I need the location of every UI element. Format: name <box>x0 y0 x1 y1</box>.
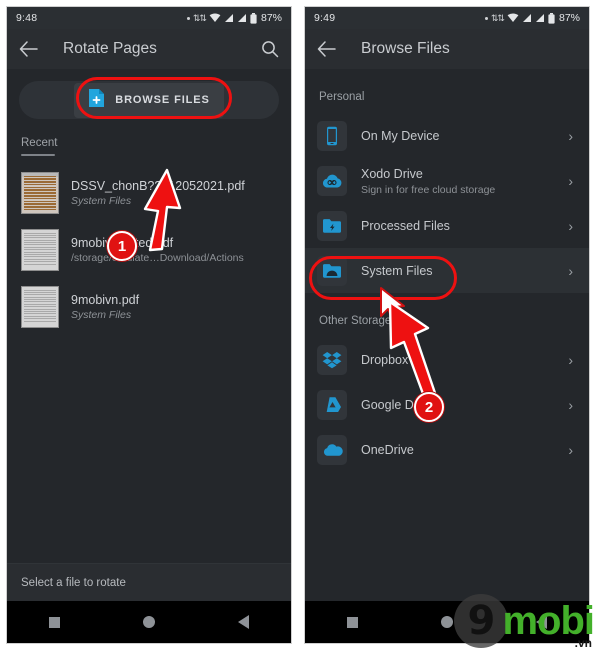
file-name: 9mobivn.pdf <box>71 292 140 307</box>
table-row[interactable]: 9mobivn.pdf System Files <box>7 278 291 335</box>
app-bar: Rotate Pages <box>7 29 291 69</box>
notification-dot-icon <box>484 16 488 20</box>
circle-icon[interactable] <box>142 616 155 628</box>
list-item-label: Dropbox <box>361 352 409 367</box>
status-clock: 9:49 <box>314 12 336 24</box>
list-item-onedrive[interactable]: OneDrive › <box>305 427 589 472</box>
android-nav-bar <box>7 601 291 643</box>
chevron-right-icon: › <box>568 172 573 189</box>
dropbox-icon <box>317 344 347 375</box>
network-activity-icon: ⇅⇅ <box>192 12 207 23</box>
chevron-right-icon: › <box>568 127 573 144</box>
back-arrow-icon[interactable] <box>17 38 39 60</box>
file-subtitle: System Files <box>71 194 132 207</box>
battery-icon <box>250 12 257 24</box>
list-item-processed-files[interactable]: Processed Files › <box>305 203 589 248</box>
file-thumbnail <box>21 228 59 271</box>
annotation-badge-1: 1 <box>107 231 137 261</box>
file-name: DSSV_chonB??_12052021.pdf <box>71 178 245 193</box>
recent-tab-bar: Recent <box>7 129 291 156</box>
google-drive-icon <box>317 389 347 420</box>
tab-recent[interactable]: Recent <box>21 137 57 154</box>
status-clock: 9:48 <box>16 12 38 24</box>
phone-icon <box>317 120 347 151</box>
chevron-right-icon: › <box>568 262 573 279</box>
file-thumbnail <box>21 285 59 328</box>
screenshot-stage: 9:48 ⇅⇅ 87% Rotate Pages BROWSE FILES Re… <box>0 0 596 650</box>
status-bar: 9:48 ⇅⇅ 87% <box>7 7 291 29</box>
signal-bars-icon-1 <box>224 13 234 23</box>
square-icon[interactable] <box>346 616 358 628</box>
file-subtitle: System Files <box>71 308 132 321</box>
list-item-xodo-drive[interactable]: Xodo Drive Sign in for free cloud storag… <box>305 158 589 203</box>
app-bar: Browse Files <box>305 29 589 69</box>
right-phone-screen: 9:49 ⇅⇅ 87% Browse Files Personal On My … <box>304 6 590 644</box>
chevron-right-icon: › <box>568 396 573 413</box>
recent-file-list: DSSV_chonB??_12052021.pdf System Files 9… <box>7 156 291 335</box>
folder-bolt-icon <box>317 210 347 241</box>
list-item-label: Xodo Drive <box>361 167 423 181</box>
table-row[interactable]: 9mobivn...cted.pdf /storage/emulate…Down… <box>7 221 291 278</box>
file-thumbnail <box>21 171 59 214</box>
cloud-xodo-icon <box>317 165 347 196</box>
battery-icon <box>548 12 555 24</box>
other-storage-list: Dropbox › Google Drive › OneDrive › <box>305 337 589 472</box>
wifi-icon <box>209 13 221 23</box>
annotation-box-browse-files <box>76 77 232 119</box>
back-arrow-icon[interactable] <box>315 38 337 60</box>
annotation-box-system-files <box>309 256 457 300</box>
watermark-logo: 9 mobi .vn <box>454 594 595 650</box>
onedrive-icon <box>317 434 347 465</box>
section-label-personal: Personal <box>319 91 365 103</box>
triangle-back-icon[interactable] <box>238 615 250 629</box>
search-icon[interactable] <box>259 38 281 60</box>
chevron-right-icon: › <box>568 351 573 368</box>
battery-percent: 87% <box>260 12 282 24</box>
status-hint: Select a file to rotate <box>7 563 291 601</box>
signal-bars-icon-2 <box>237 13 247 23</box>
notification-dot-icon <box>186 16 190 20</box>
wifi-icon <box>507 13 519 23</box>
watermark-digit: 9 <box>454 594 509 648</box>
battery-percent: 87% <box>558 12 580 24</box>
status-bar: 9:49 ⇅⇅ 87% <box>305 7 589 29</box>
annotation-badge-2: 2 <box>414 392 444 422</box>
file-name: 9mobivn...cted.pdf <box>71 236 277 250</box>
page-title: Rotate Pages <box>63 40 157 57</box>
list-item-label: Processed Files <box>361 218 450 233</box>
signal-bars-icon-1 <box>522 13 532 23</box>
page-title: Browse Files <box>361 40 450 57</box>
watermark-tld: .vn <box>574 636 592 650</box>
signal-bars-icon-2 <box>535 13 545 23</box>
list-item-google-drive[interactable]: Google Drive › <box>305 382 589 427</box>
chevron-right-icon: › <box>568 441 573 458</box>
list-item-dropbox[interactable]: Dropbox › <box>305 337 589 382</box>
chevron-right-icon: › <box>568 217 573 234</box>
file-subtitle: /storage/emulate…Download/Actions <box>71 251 244 264</box>
list-item-on-my-device[interactable]: On My Device › <box>305 113 589 158</box>
network-activity-icon: ⇅⇅ <box>490 12 505 23</box>
table-row[interactable]: DSSV_chonB??_12052021.pdf System Files <box>7 164 291 221</box>
list-item-label: On My Device <box>361 128 440 143</box>
list-item-sublabel: Sign in for free cloud storage <box>361 184 496 196</box>
list-item-label: OneDrive <box>361 442 414 457</box>
watermark-name: mobi <box>502 599 595 643</box>
circle-icon[interactable] <box>440 616 453 628</box>
square-icon[interactable] <box>48 616 60 628</box>
